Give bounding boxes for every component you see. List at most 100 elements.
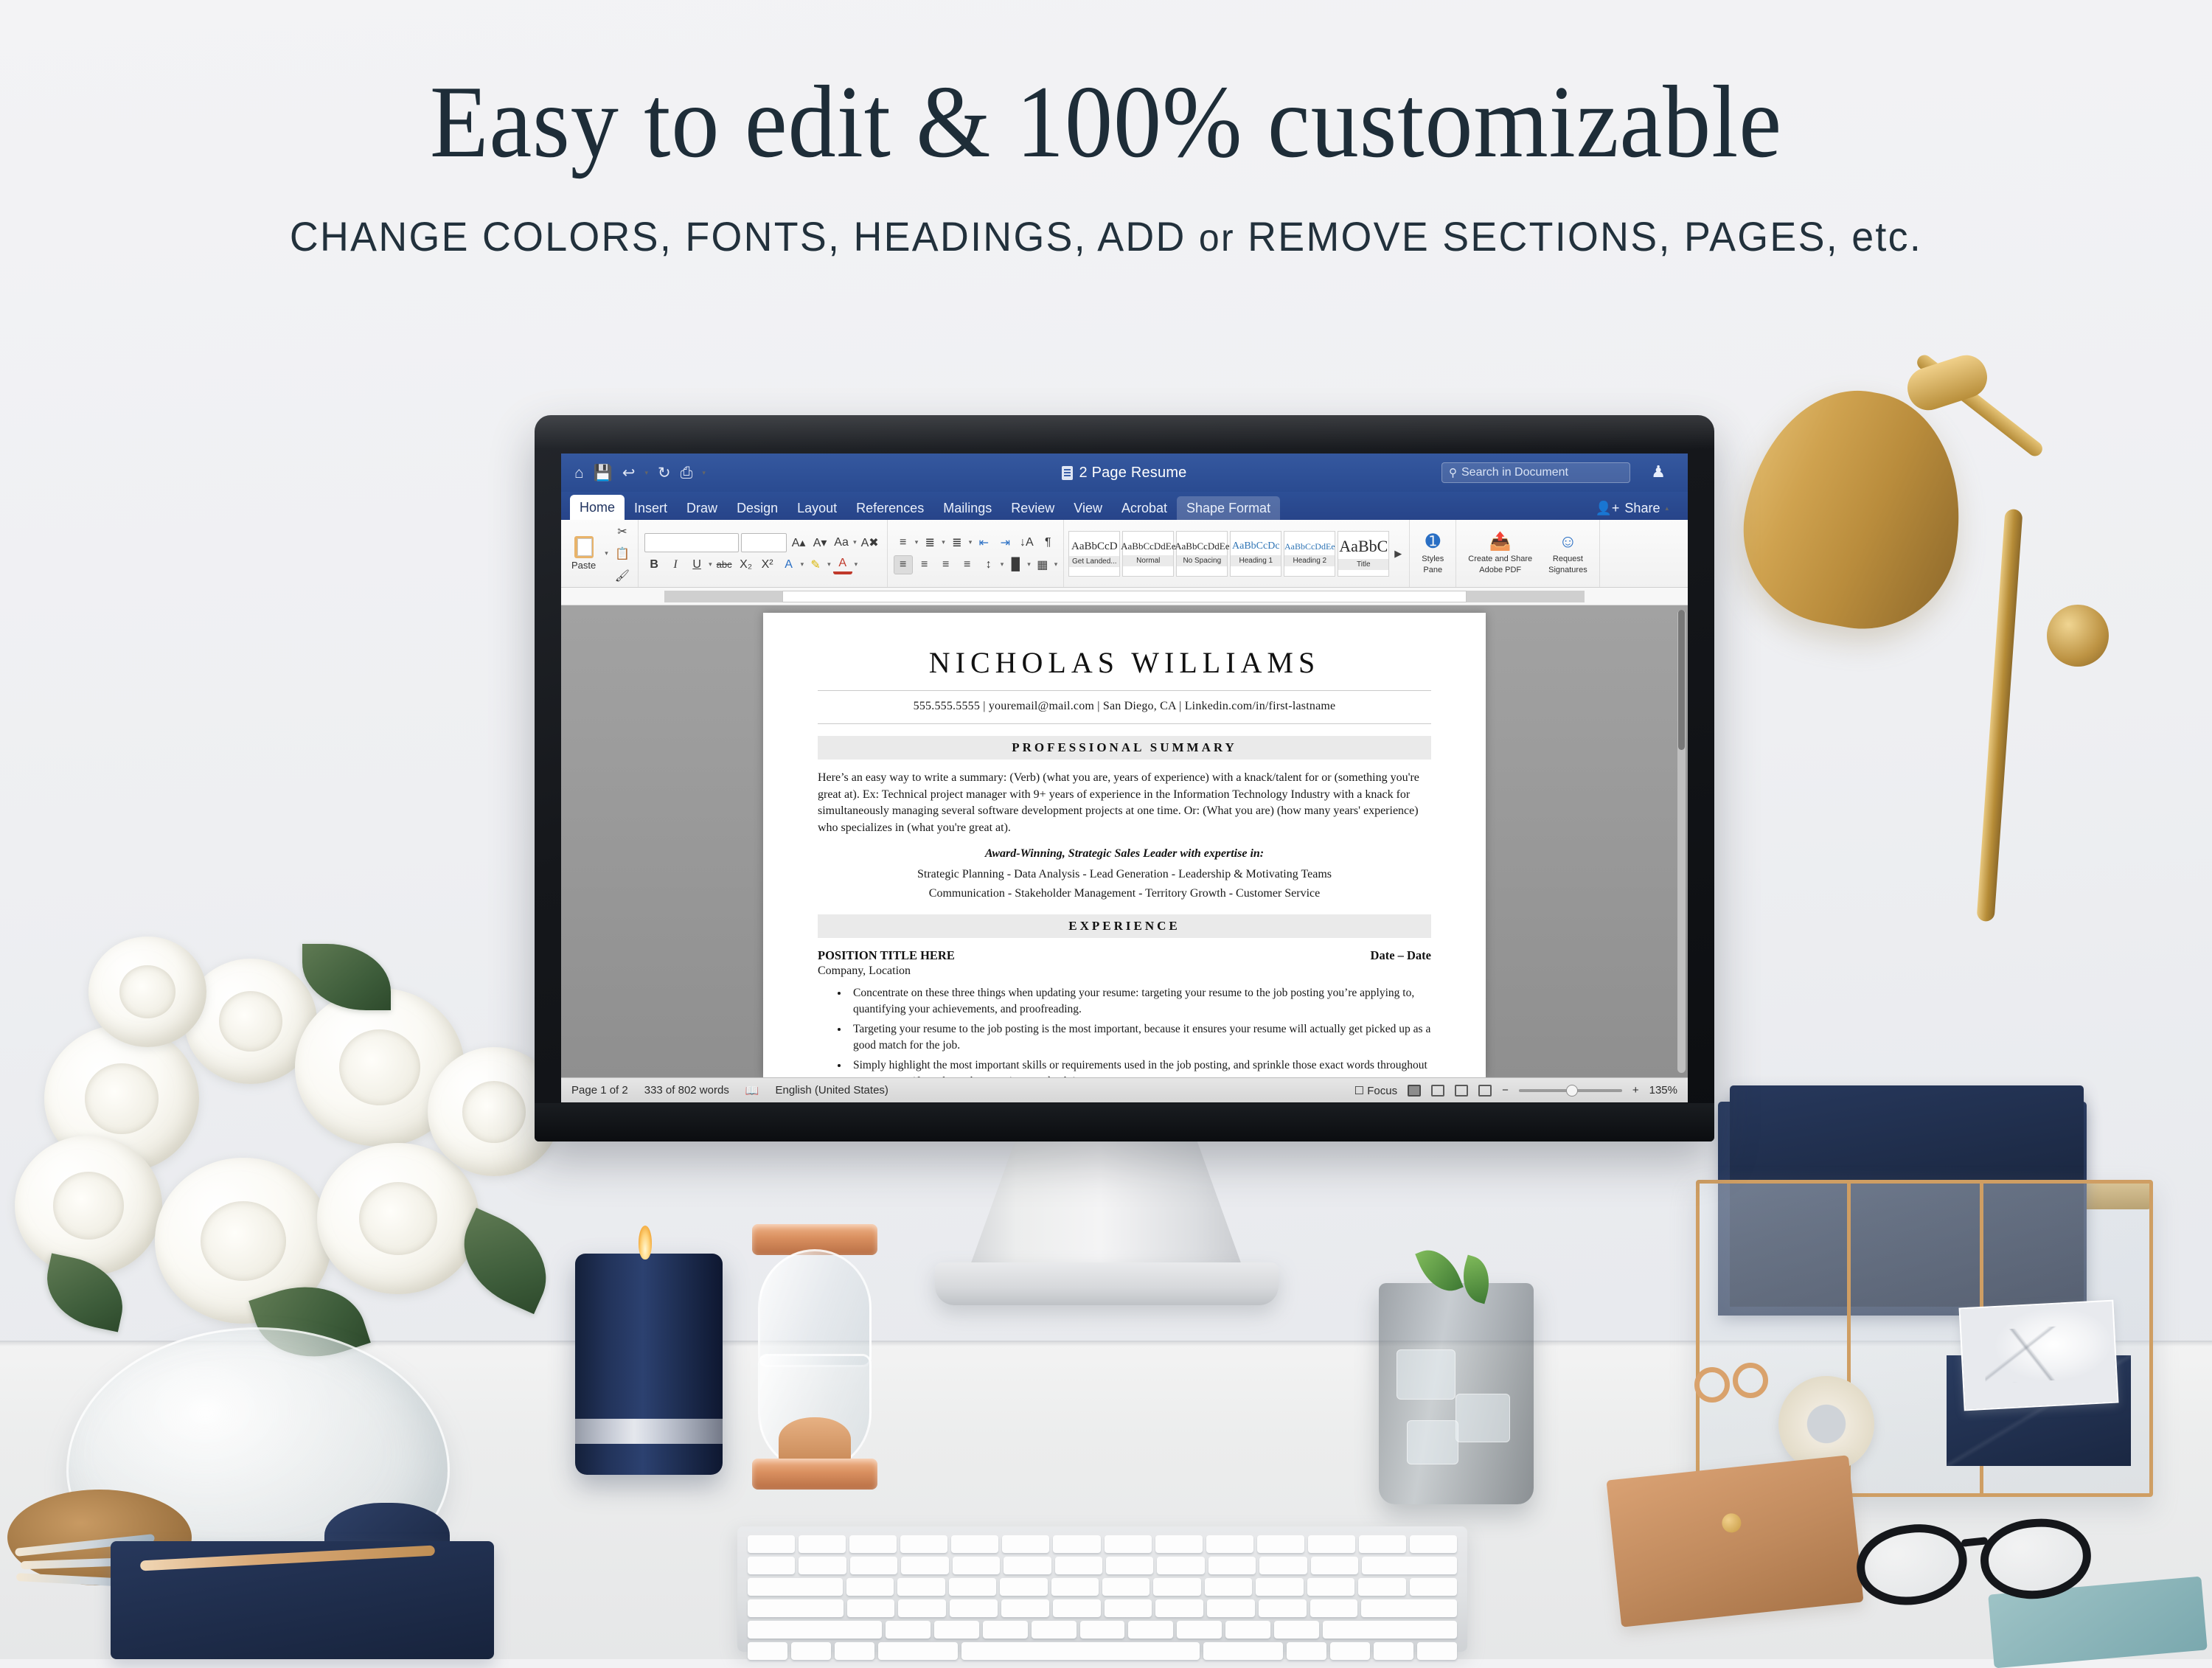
key[interactable]	[1273, 1621, 1319, 1639]
request-signatures-button[interactable]: ☺ Request Signatures	[1543, 532, 1593, 575]
key[interactable]	[952, 1557, 1001, 1574]
grow-font-icon[interactable]: A▴	[789, 533, 808, 552]
key[interactable]	[1104, 1535, 1152, 1553]
key[interactable]	[849, 1557, 898, 1574]
vertical-scrollbar[interactable]	[1677, 610, 1686, 1073]
account-icon[interactable]: ♟	[1651, 462, 1666, 482]
focus-button[interactable]: ☐ Focus	[1354, 1084, 1397, 1097]
subscript-icon[interactable]: X₂	[737, 555, 756, 574]
key-tab[interactable]	[748, 1578, 843, 1596]
line-spacing-icon[interactable]: ↕	[979, 555, 998, 574]
text-effects-icon[interactable]: A	[779, 555, 799, 574]
key[interactable]	[1207, 1599, 1255, 1617]
key-fn[interactable]	[748, 1642, 787, 1660]
tab-home[interactable]: Home	[570, 495, 625, 520]
tab-review[interactable]: Review	[1001, 496, 1064, 520]
tab-acrobat[interactable]: Acrobat	[1112, 496, 1177, 520]
draft-view-icon[interactable]	[1478, 1084, 1492, 1097]
style-heading-1[interactable]: AaBbCcDс Heading 1	[1230, 530, 1282, 577]
key[interactable]	[1031, 1621, 1077, 1639]
numbered-list-icon[interactable]: ≣	[920, 533, 939, 552]
key[interactable]	[1051, 1578, 1099, 1596]
superscript-icon[interactable]: X²	[758, 555, 777, 574]
key[interactable]	[1155, 1599, 1204, 1617]
align-right-icon[interactable]: ≡	[936, 555, 956, 574]
key[interactable]	[1128, 1621, 1174, 1639]
italic-icon[interactable]: I	[666, 555, 685, 574]
key[interactable]	[1358, 1578, 1406, 1596]
multilevel-list-dropdown-icon[interactable]: ▾	[969, 538, 973, 546]
increase-indent-icon[interactable]: ⇥	[995, 533, 1015, 552]
key[interactable]	[886, 1621, 931, 1639]
undo-dropdown-icon[interactable]: ▾	[644, 469, 648, 477]
home-icon[interactable]: ⌂	[574, 465, 584, 481]
key[interactable]	[1052, 1599, 1101, 1617]
copy-icon[interactable]: 📋	[613, 544, 632, 563]
tab-mailings[interactable]: Mailings	[933, 496, 1001, 520]
style-title[interactable]: AaBbС Title	[1338, 530, 1390, 577]
key-space[interactable]	[961, 1642, 1200, 1660]
line-spacing-dropdown-icon[interactable]: ▾	[1001, 560, 1004, 569]
share-button[interactable]: 👤+ Share ▴	[1595, 501, 1669, 516]
key[interactable]	[1105, 1557, 1154, 1574]
styles-pane-button[interactable]: ➊ Styles Pane	[1416, 532, 1450, 575]
proofing-icon[interactable]: 📖	[745, 1084, 759, 1097]
undo-icon[interactable]: ↩	[622, 465, 636, 481]
key[interactable]	[1000, 1578, 1048, 1596]
key[interactable]	[897, 1578, 945, 1596]
outline-view-icon[interactable]	[1455, 1084, 1469, 1097]
tab-view[interactable]: View	[1064, 496, 1112, 520]
key[interactable]	[1409, 1535, 1458, 1553]
numbered-list-dropdown-icon[interactable]: ▾	[942, 538, 945, 546]
key-arrow-right[interactable]	[1417, 1642, 1457, 1660]
decrease-indent-icon[interactable]: ⇤	[974, 533, 993, 552]
collapse-ribbon-icon[interactable]: ▴	[1665, 504, 1669, 512]
key[interactable]	[1102, 1578, 1150, 1596]
key[interactable]	[1155, 1535, 1203, 1553]
tab-layout[interactable]: Layout	[787, 496, 846, 520]
key[interactable]	[1358, 1535, 1406, 1553]
key[interactable]	[846, 1599, 895, 1617]
key-arrow-left[interactable]	[1330, 1642, 1371, 1660]
key[interactable]	[1001, 1599, 1049, 1617]
text-effects-dropdown-icon[interactable]: ▾	[801, 560, 804, 569]
save-icon[interactable]: 💾	[594, 465, 613, 481]
change-case-dropdown-icon[interactable]: ▾	[853, 538, 857, 546]
zoom-out-button[interactable]: −	[1502, 1084, 1509, 1097]
zoom-slider[interactable]	[1518, 1084, 1622, 1097]
justify-icon[interactable]: ≡	[958, 555, 977, 574]
styles-gallery-more-icon[interactable]: ▶	[1391, 548, 1405, 560]
horizontal-ruler[interactable]	[561, 588, 1688, 605]
shrink-font-icon[interactable]: A▾	[810, 533, 830, 552]
cut-icon[interactable]: ✂	[613, 522, 632, 541]
highlight-icon[interactable]: ✎	[806, 555, 825, 574]
font-size-combo[interactable]	[741, 532, 787, 552]
key[interactable]	[1204, 1578, 1253, 1596]
key[interactable]	[1256, 1535, 1304, 1553]
key[interactable]	[934, 1621, 979, 1639]
underline-dropdown-icon[interactable]: ▾	[709, 560, 712, 569]
tab-references[interactable]: References	[846, 496, 933, 520]
key[interactable]	[1409, 1578, 1457, 1596]
key[interactable]	[748, 1557, 796, 1574]
key[interactable]	[1258, 1599, 1307, 1617]
key[interactable]	[983, 1621, 1028, 1639]
document-page[interactable]: NICHOLAS WILLIAMS 555.555.5555 | yourema…	[763, 613, 1486, 1077]
key-delete[interactable]	[1362, 1557, 1457, 1574]
key[interactable]	[1225, 1621, 1270, 1639]
print-layout-view-icon[interactable]	[1408, 1084, 1422, 1097]
word-count[interactable]: 333 of 802 words	[644, 1084, 729, 1097]
key-caps-lock[interactable]	[748, 1599, 844, 1617]
key[interactable]	[799, 1557, 846, 1574]
key[interactable]	[1307, 1578, 1355, 1596]
key[interactable]	[951, 1535, 999, 1553]
strikethrough-icon[interactable]: abc	[714, 555, 734, 574]
zoom-level[interactable]: 135%	[1649, 1084, 1677, 1097]
print-icon[interactable]: ⎙	[681, 465, 693, 481]
underline-icon[interactable]: U	[687, 555, 706, 574]
key-option-right[interactable]	[1287, 1642, 1327, 1660]
key[interactable]	[1256, 1578, 1304, 1596]
scrollbar-thumb[interactable]	[1678, 610, 1685, 750]
key-control[interactable]	[790, 1642, 831, 1660]
key[interactable]	[1310, 1557, 1359, 1574]
